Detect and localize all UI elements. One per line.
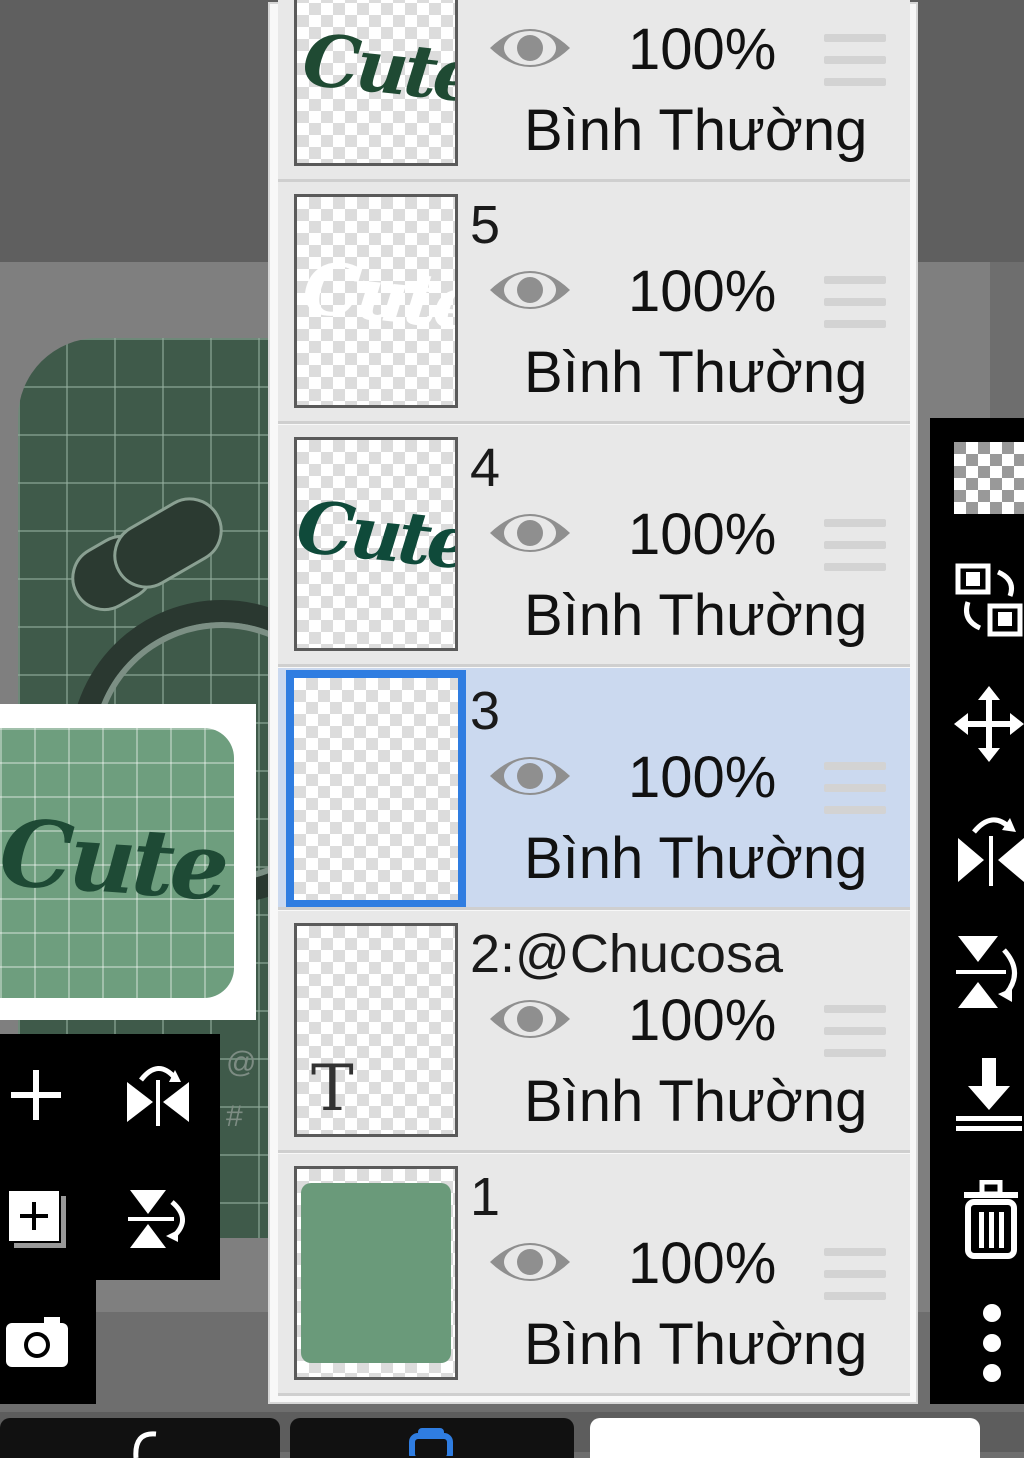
flip-vertical-icon[interactable]: [954, 932, 1024, 1012]
drag-handle-icon[interactable]: [824, 276, 886, 330]
layer-name: 3: [470, 681, 501, 741]
eye-icon[interactable]: [488, 20, 572, 76]
layer-opacity[interactable]: 100%: [628, 20, 776, 80]
layer-blend-mode[interactable]: Bình Thường: [524, 826, 867, 892]
left-toolbar-lower: [0, 1280, 96, 1404]
layer-opacity[interactable]: 100%: [628, 262, 776, 322]
layer-row[interactable]: Cute 5 100% Bình Thường: [278, 182, 910, 424]
layer-blend-mode[interactable]: Bình Thường: [524, 340, 867, 406]
layer-row[interactable]: 1 100% Bình Thường: [278, 1154, 910, 1396]
layer-thumbnail[interactable]: Cute: [294, 437, 458, 651]
layer-opacity[interactable]: 100%: [628, 748, 776, 808]
text-layer-icon: T: [311, 1052, 354, 1126]
layer-blend-mode[interactable]: Bình Thường: [524, 583, 867, 649]
layer-thumbnail[interactable]: Cute: [294, 0, 458, 166]
transparent-layer-icon[interactable]: [954, 442, 1024, 514]
drag-handle-icon[interactable]: [824, 1248, 886, 1302]
bottom-tab-layers[interactable]: [290, 1418, 574, 1458]
layer-blend-mode[interactable]: Bình Thường: [524, 1069, 867, 1135]
drag-handle-icon[interactable]: [824, 519, 886, 573]
camera-icon[interactable]: [2, 1306, 72, 1376]
layer-thumbnail[interactable]: Cute: [294, 194, 458, 408]
drag-handle-icon[interactable]: [824, 1005, 886, 1059]
layer-name: 2:@Chucosa: [470, 924, 783, 984]
layer-thumbnail[interactable]: T: [294, 923, 458, 1137]
canvas-mark: @: [226, 1046, 257, 1079]
flip-vertical-icon[interactable]: [124, 1184, 194, 1254]
layer-row[interactable]: T 2:@Chucosa 100% Bình Thường: [278, 911, 910, 1153]
layer-thumbnail[interactable]: [286, 670, 466, 907]
layer-opacity[interactable]: 100%: [628, 991, 776, 1051]
layer-blend-mode[interactable]: Bình Thường: [524, 98, 867, 164]
layer-row-selected[interactable]: 3 100% Bình Thường: [278, 668, 910, 910]
eye-icon[interactable]: [488, 748, 572, 804]
canvas-preview[interactable]: Cute: [0, 704, 256, 1020]
layer-opacity[interactable]: 100%: [628, 505, 776, 565]
layer-thumbnail[interactable]: [294, 1166, 458, 1380]
eye-icon[interactable]: [488, 991, 572, 1047]
eye-icon[interactable]: [488, 1234, 572, 1290]
layer-name: 4: [470, 438, 501, 498]
left-toolbar: [0, 1034, 220, 1280]
layer-row[interactable]: Cute 100% Bình Thường: [278, 0, 910, 182]
thumb-cute-text: Cute: [294, 483, 458, 586]
more-vertical-icon[interactable]: [970, 1298, 1014, 1388]
layer-name: 5: [470, 195, 501, 255]
drag-handle-icon[interactable]: [824, 34, 886, 88]
eye-icon[interactable]: [488, 262, 572, 318]
brush-icon: [133, 1431, 157, 1458]
plus-icon[interactable]: [6, 1060, 66, 1130]
drag-handle-icon[interactable]: [824, 762, 886, 816]
canvas-mark: #: [226, 1100, 243, 1133]
move-icon[interactable]: [954, 686, 1024, 762]
preview-artwork: Cute: [0, 728, 234, 998]
trash-icon[interactable]: [958, 1178, 1024, 1262]
preview-cute-text: Cute: [0, 798, 229, 922]
swap-layers-icon[interactable]: [954, 562, 1024, 638]
layer-blend-mode[interactable]: Bình Thường: [524, 1312, 867, 1378]
thumb-cute-text: Cute: [299, 244, 458, 347]
bottom-tab-brush[interactable]: [0, 1418, 280, 1458]
right-toolbar: [930, 418, 1024, 1404]
add-layer-icon[interactable]: [2, 1184, 72, 1254]
merge-down-icon[interactable]: [954, 1054, 1024, 1134]
green-fill-preview: [301, 1183, 451, 1363]
flip-horizontal-icon[interactable]: [120, 1060, 196, 1130]
bottom-color-panel[interactable]: [590, 1418, 980, 1458]
layers-panel: Cute 100% Bình Thường Cute 5 100% Bình T…: [268, 0, 918, 1404]
layer-row[interactable]: Cute 4 100% Bình Thường: [278, 425, 910, 667]
eye-icon[interactable]: [488, 505, 572, 561]
layer-opacity[interactable]: 100%: [628, 1234, 776, 1294]
flip-horizontal-icon[interactable]: [954, 808, 1024, 888]
thumb-cute-text: Cute: [299, 16, 458, 119]
layer-name: 1: [470, 1167, 501, 1227]
